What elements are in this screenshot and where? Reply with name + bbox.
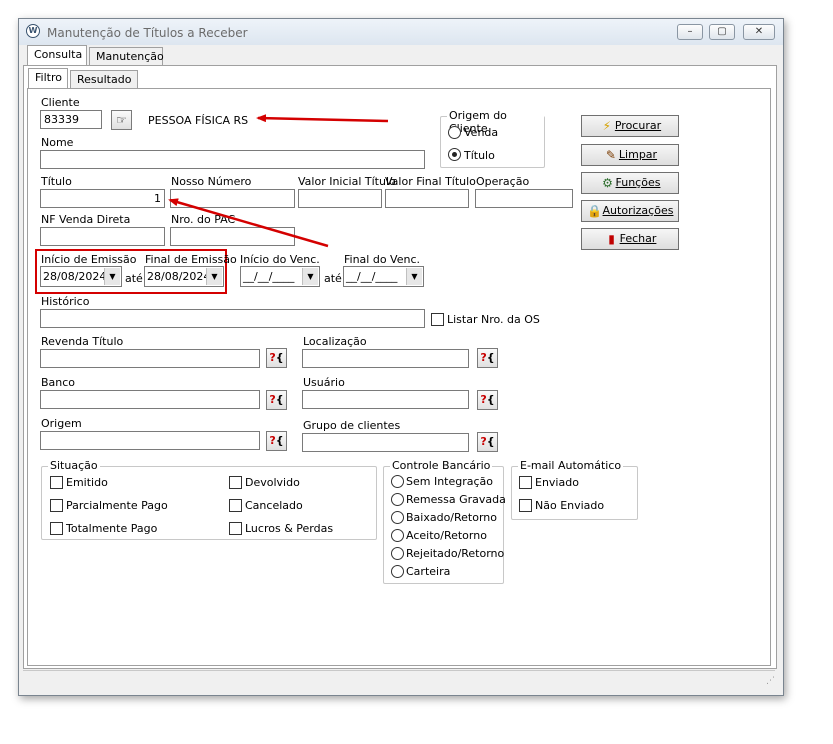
arrow-to-cliente-name bbox=[256, 114, 389, 123]
annotation-arrows bbox=[168, 114, 389, 248]
arrow-to-titulo bbox=[168, 198, 329, 248]
